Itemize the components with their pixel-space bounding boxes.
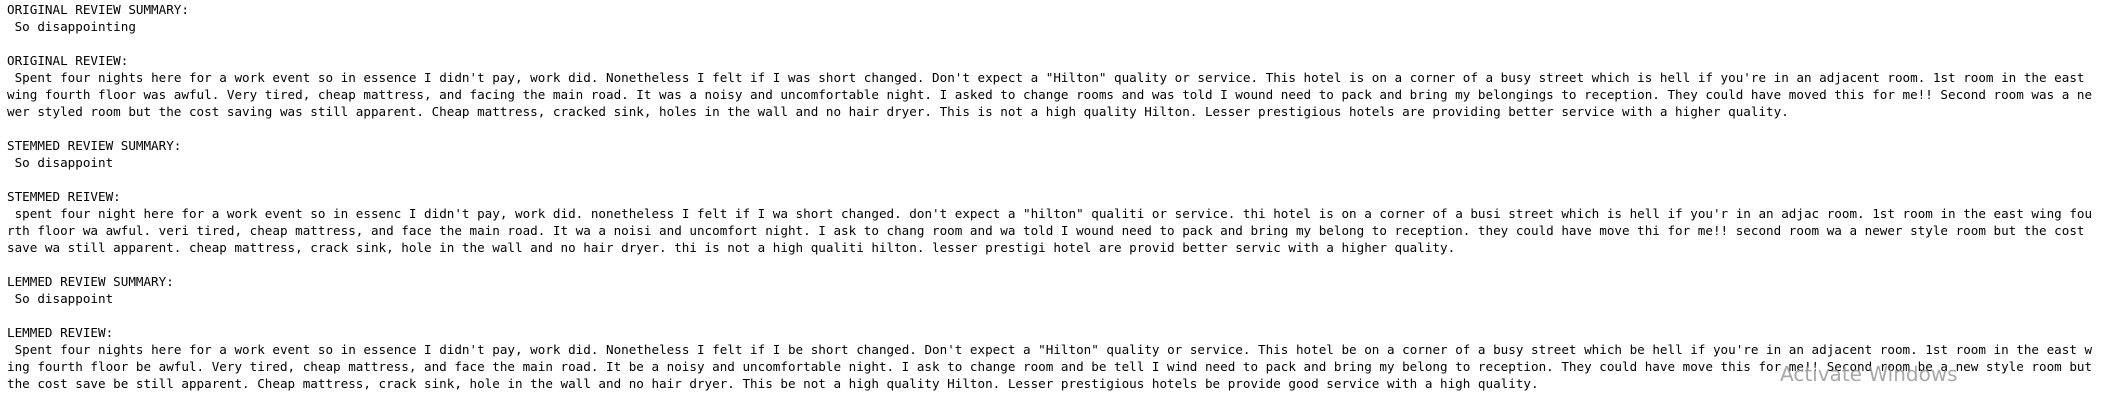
lemmed-summary-label: LEMMED REVIEW SUMMARY:	[7, 274, 174, 289]
notebook-output: ORIGINAL REVIEW SUMMARY: So disappointin…	[0, 0, 2102, 400]
stemmed-review-text: spent four night here for a work event s…	[7, 206, 2093, 255]
activate-windows-watermark: Activate Windows	[1780, 362, 1958, 386]
stemmed-summary-block: STEMMED REVIEW SUMMARY: So disappoint	[7, 137, 2102, 171]
lemmed-summary-block: LEMMED REVIEW SUMMARY: So disappoint	[7, 273, 2102, 307]
original-review-block: ORIGINAL REVIEW: Spent four nights here …	[7, 52, 2102, 120]
stemmed-review-label: STEMMED REIVEW:	[7, 189, 121, 204]
stemmed-review-block: STEMMED REIVEW: spent four night here fo…	[7, 188, 2102, 256]
original-review-label: ORIGINAL REVIEW:	[7, 53, 129, 68]
lemmed-summary-text: So disappoint	[7, 291, 114, 306]
stemmed-summary-text: So disappoint	[7, 155, 114, 170]
original-summary-label: ORIGINAL REVIEW SUMMARY:	[7, 2, 189, 17]
original-review-text: Spent four nights here for a work event …	[7, 70, 2093, 119]
original-summary-block: ORIGINAL REVIEW SUMMARY: So disappointin…	[7, 1, 2102, 35]
original-summary-text: So disappointing	[7, 19, 136, 34]
lemmed-review-label: LEMMED REVIEW:	[7, 325, 114, 340]
stemmed-summary-label: STEMMED REVIEW SUMMARY:	[7, 138, 182, 153]
